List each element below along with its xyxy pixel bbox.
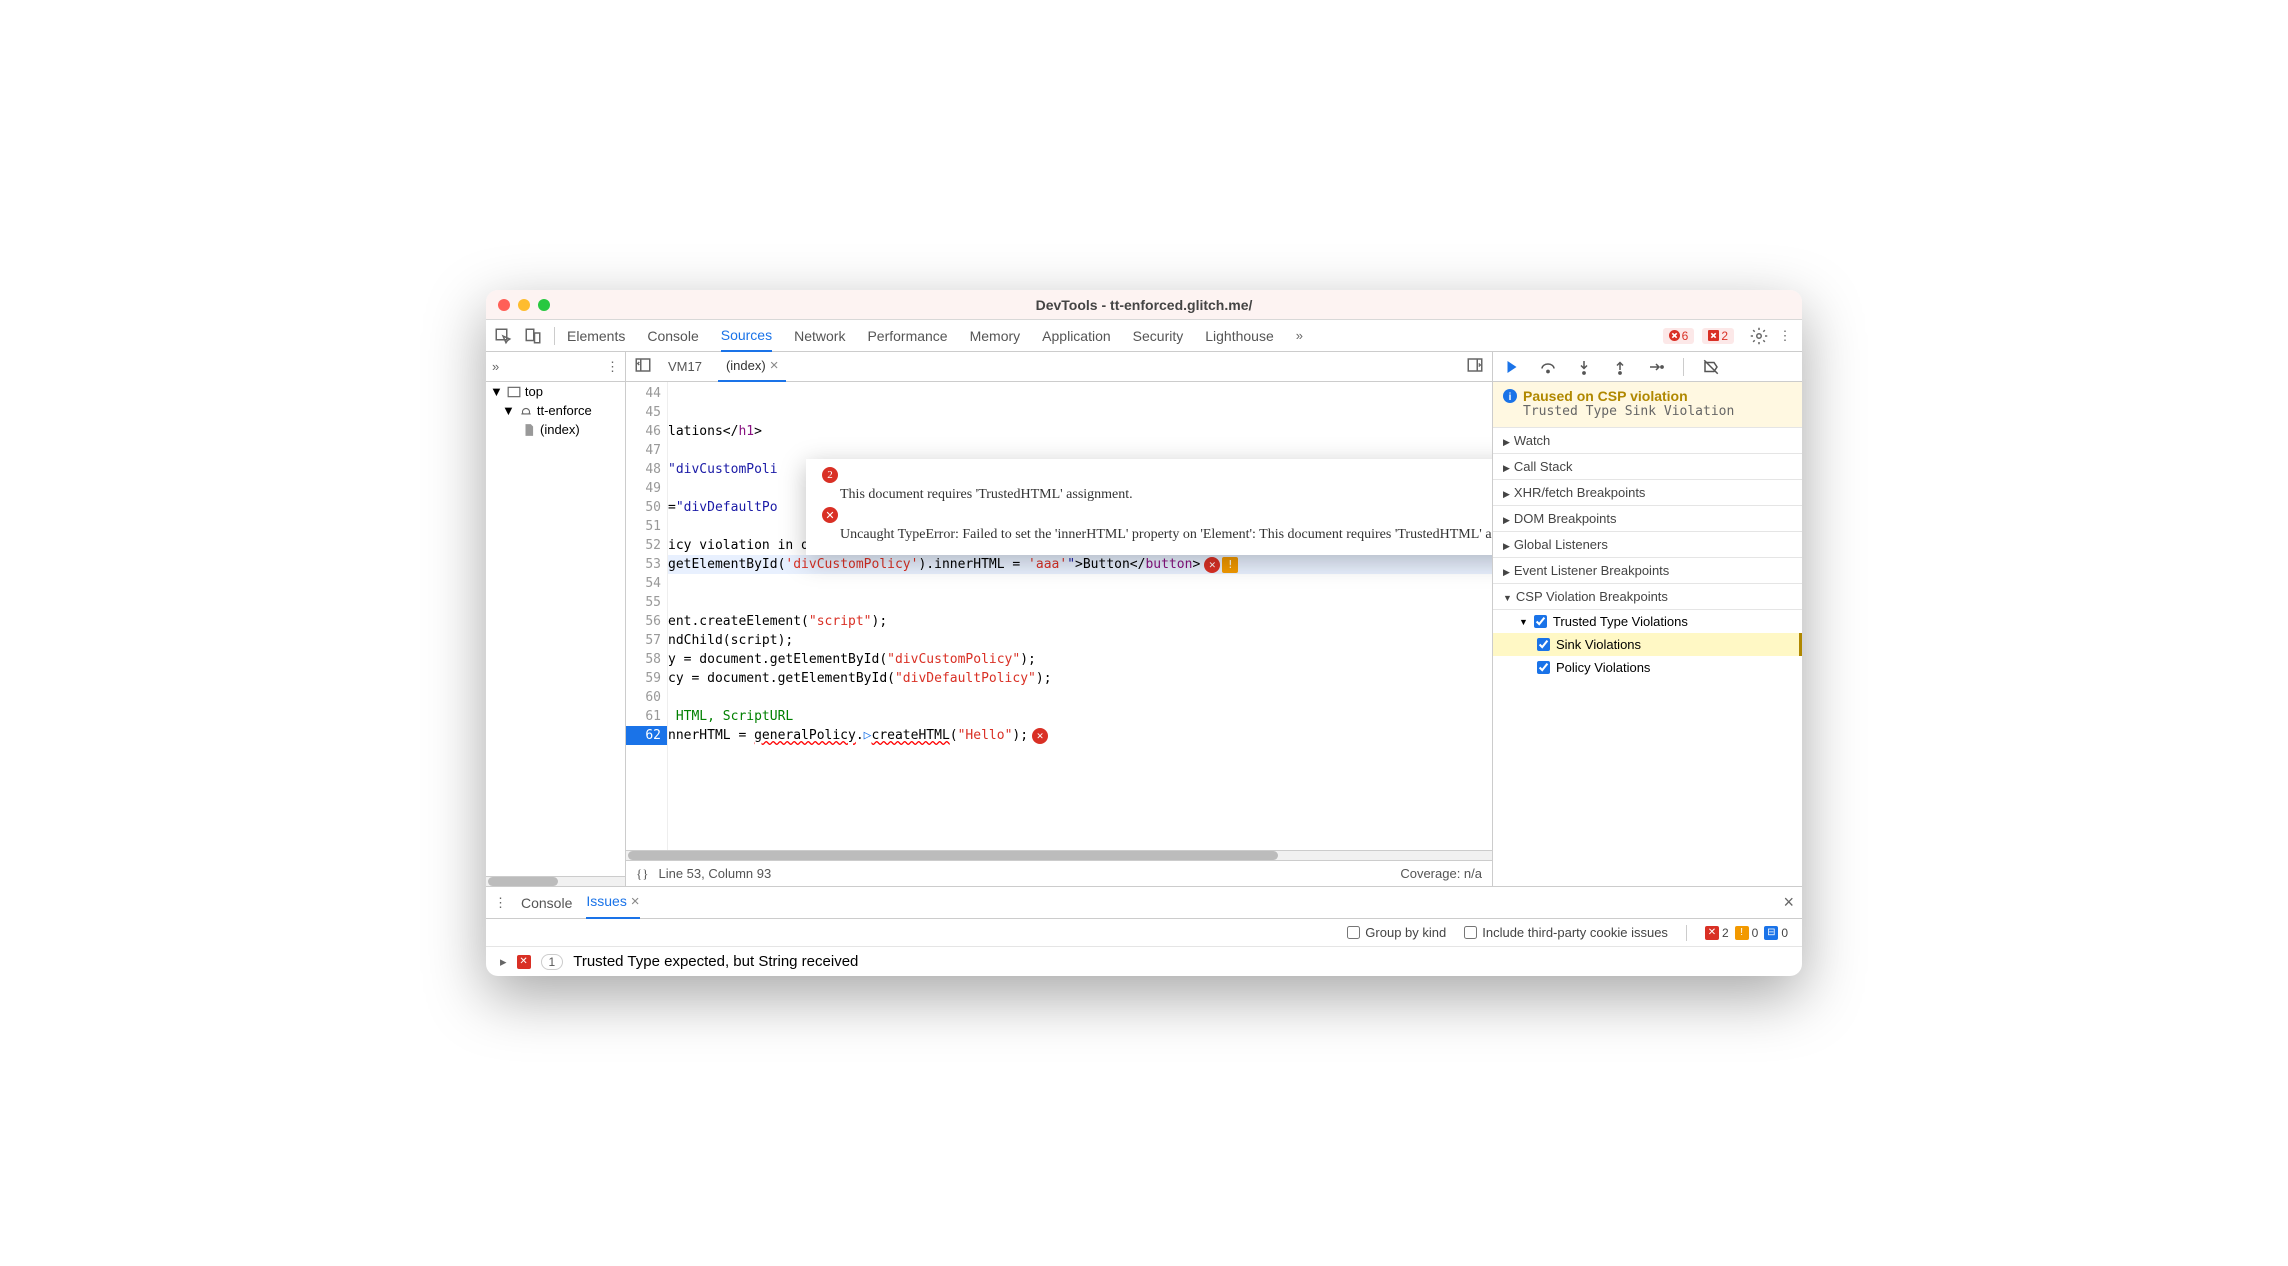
error-icon: ✕ (822, 507, 838, 523)
checkbox-trusted[interactable] (1534, 615, 1547, 628)
close-icon (631, 893, 640, 909)
main-tabs: Elements Console Sources Network Perform… (567, 320, 1651, 352)
checkbox-sink[interactable] (1537, 638, 1550, 651)
file-tab-index[interactable]: (index) (718, 351, 787, 382)
code-scrollbar[interactable] (626, 850, 1492, 860)
navigator-menu-icon[interactable]: ⋮ (606, 359, 619, 375)
section-csp[interactable]: CSP Violation Breakpoints (1493, 584, 1802, 610)
titlebar: DevTools - tt-enforced.glitch.me/ (486, 290, 1802, 320)
tree-origin[interactable]: ▼ tt-enforce (486, 401, 625, 420)
issues-red-badge: ✕2 (1705, 926, 1729, 940)
drawer-tabs: ⋮ Console Issues × (486, 887, 1802, 919)
tab-console[interactable]: Console (647, 321, 698, 351)
group-by-kind[interactable]: Group by kind (1347, 925, 1446, 940)
tab-application[interactable]: Application (1042, 321, 1111, 351)
section-event[interactable]: Event Listener Breakpoints (1493, 558, 1802, 584)
devtools-window: DevTools - tt-enforced.glitch.me/ Elemen… (486, 290, 1802, 976)
navigate-icon[interactable] (634, 356, 652, 377)
expand-icon[interactable] (500, 953, 507, 970)
code-editor[interactable]: 44454647484950515253545556575859606162 l… (626, 382, 1492, 850)
cursor-position: Line 53, Column 93 (658, 866, 771, 881)
tab-network[interactable]: Network (794, 321, 845, 351)
inspect-icon[interactable] (494, 327, 512, 345)
include-third-party[interactable]: Include third-party cookie issues (1464, 925, 1668, 940)
main-toolbar: Elements Console Sources Network Perform… (486, 320, 1802, 352)
tab-performance[interactable]: Performance (867, 321, 947, 351)
more-tabs-icon[interactable]: » (1296, 328, 1303, 343)
main-area: » ⋮ ▼ top ▼ tt-enforce (index) VM17 (ind… (486, 352, 1802, 887)
code-panel: VM17 (index) 444546474849505152535455565… (626, 352, 1492, 886)
navigator-panel: » ⋮ ▼ top ▼ tt-enforce (index) (486, 352, 626, 886)
tab-sources[interactable]: Sources (721, 320, 772, 352)
coverage-status: Coverage: n/a (1400, 866, 1482, 881)
step-into-icon[interactable] (1575, 358, 1593, 376)
drawer-menu-icon[interactable]: ⋮ (494, 895, 507, 911)
csp-trusted-types[interactable]: ▼Trusted Type Violations (1493, 610, 1802, 633)
tree-file-index[interactable]: (index) (486, 420, 625, 439)
resume-icon[interactable] (1503, 358, 1521, 376)
tab-elements[interactable]: Elements (567, 321, 625, 351)
issue-count: 1 (541, 954, 564, 970)
drawer-tab-issues[interactable]: Issues (586, 886, 639, 919)
line-gutter: 44454647484950515253545556575859606162 (626, 382, 668, 850)
tab-lighthouse[interactable]: Lighthouse (1205, 321, 1274, 351)
step-out-icon[interactable] (1611, 358, 1629, 376)
csp-policy-violations[interactable]: Policy Violations (1493, 656, 1802, 679)
issue-text: Trusted Type expected, but String receiv… (573, 953, 858, 970)
csp-sink-violations[interactable]: Sink Violations (1493, 633, 1802, 656)
status-bar: {} Line 53, Column 93 Coverage: n/a (626, 860, 1492, 886)
drawer-tab-console[interactable]: Console (521, 888, 572, 918)
kebab-icon[interactable]: ⋮ (1776, 327, 1794, 345)
gear-icon[interactable] (1750, 327, 1768, 345)
section-callstack[interactable]: Call Stack (1493, 454, 1802, 480)
pause-subtitle: Trusted Type Sink Violation (1503, 404, 1792, 419)
issue-trusted-type[interactable]: ✕ 1 Trusted Type expected, but String re… (486, 947, 1802, 976)
section-dom[interactable]: DOM Breakpoints (1493, 506, 1802, 532)
issues-blue-badge: ⊟0 (1764, 926, 1788, 940)
deactivate-breakpoints-icon[interactable] (1702, 358, 1720, 376)
error-count-badge[interactable]: 6 (1663, 328, 1695, 344)
tab-security[interactable]: Security (1133, 321, 1184, 351)
error-tooltip: 2 This document requires 'TrustedHTML' a… (806, 459, 1492, 555)
drawer-close-icon[interactable]: × (1783, 892, 1794, 913)
drawer-toolbar: Group by kind Include third-party cookie… (486, 919, 1802, 947)
debug-toolbar (1493, 352, 1802, 382)
section-watch[interactable]: Watch (1493, 428, 1802, 454)
step-over-icon[interactable] (1539, 358, 1557, 376)
window-title: DevTools - tt-enforced.glitch.me/ (486, 297, 1802, 313)
run-snippet-icon[interactable] (1466, 356, 1484, 377)
section-xhr[interactable]: XHR/fetch Breakpoints (1493, 480, 1802, 506)
tooltip-line2: Uncaught TypeError: Failed to set the 'i… (818, 525, 1492, 545)
device-icon[interactable] (524, 327, 542, 345)
section-global[interactable]: Global Listeners (1493, 532, 1802, 558)
navigator-expand-icon[interactable]: » (492, 359, 499, 374)
tree-top[interactable]: ▼ top (486, 382, 625, 401)
tab-memory[interactable]: Memory (970, 321, 1021, 351)
nav-scrollbar[interactable] (486, 876, 625, 886)
pause-banner: i Paused on CSP violation Trusted Type Si… (1493, 382, 1802, 428)
tooltip-line1: This document requires 'TrustedHTML' ass… (818, 485, 1492, 505)
pause-title-text: Paused on CSP violation (1523, 388, 1688, 404)
debugger-panel: i Paused on CSP violation Trusted Type Si… (1492, 352, 1802, 886)
checkbox-policy[interactable] (1537, 661, 1550, 674)
braces-icon[interactable]: {} (636, 866, 648, 882)
file-tab-vm17[interactable]: VM17 (660, 353, 710, 380)
step-icon[interactable] (1647, 358, 1665, 376)
error-count-icon: 2 (822, 467, 838, 483)
svg-text:i: i (1509, 392, 1512, 403)
issues-yellow-badge: !0 (1735, 926, 1759, 940)
error-icon: ✕ (517, 955, 531, 969)
close-icon[interactable] (770, 357, 779, 374)
issues-count-badge[interactable]: 2 (1702, 328, 1734, 344)
file-tabs: VM17 (index) (626, 352, 1492, 382)
